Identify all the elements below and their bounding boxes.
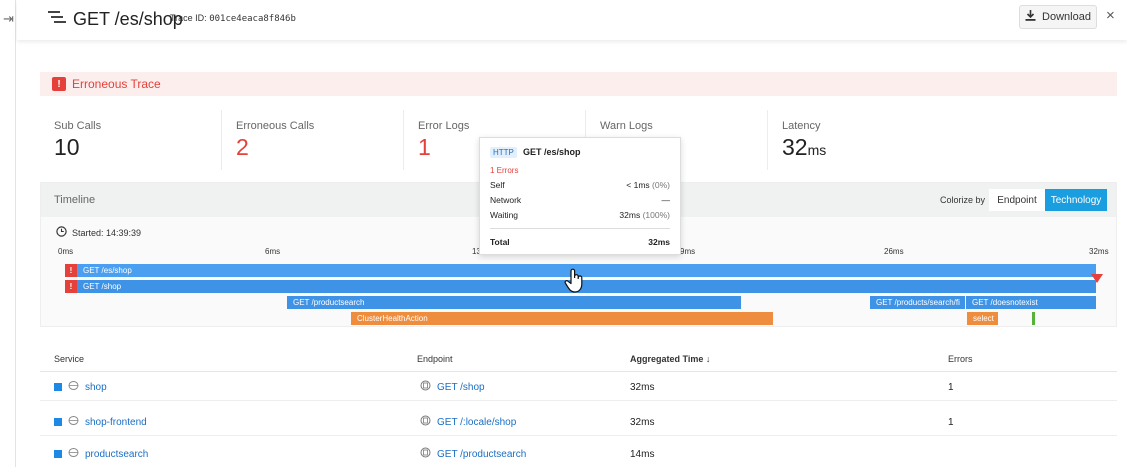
column-service[interactable]: Service (54, 354, 84, 364)
service-link[interactable]: productsearch (85, 449, 148, 460)
tooltip-label: Waiting (490, 210, 519, 220)
stat-value: 10 (54, 134, 80, 160)
close-icon[interactable]: × (1106, 7, 1115, 24)
table-row[interactable]: productsearch GET /productsearch 14ms (40, 440, 1117, 467)
trace-id: Trace ID: 001ce4eaca8f846b (170, 13, 296, 24)
service-color-swatch (54, 418, 62, 426)
trace-icon (48, 10, 66, 29)
span-bar[interactable]: select (967, 312, 998, 325)
page-title: GET /es/shop (73, 9, 183, 29)
tooltip-row-waiting: Waiting 32ms (100%) (490, 210, 670, 220)
trace-id-label: Trace ID: (170, 13, 207, 23)
download-icon (1025, 10, 1036, 24)
latency-unit: ms (807, 142, 827, 158)
stat-label: Sub Calls (54, 120, 102, 132)
service-icon (68, 415, 79, 429)
tick-label: 6ms (265, 247, 281, 256)
tick-label: 26ms (884, 247, 904, 256)
endpoint-link[interactable]: GET /productsearch (437, 449, 526, 460)
column-endpoint[interactable]: Endpoint (417, 354, 453, 364)
error-icon: ! (52, 77, 66, 91)
aggregated-time-value: 14ms (630, 449, 655, 460)
left-rail: ⇥ (0, 0, 16, 467)
download-button[interactable]: Download (1019, 5, 1097, 29)
span-bar[interactable]: GET /products/search/fi (870, 296, 965, 309)
tooltip-badge: HTTP (490, 147, 517, 158)
aggregated-time-value: 32ms (630, 417, 655, 428)
tooltip-value: 32ms (648, 237, 670, 247)
tooltip-value: — (661, 195, 671, 205)
service-icon (68, 447, 79, 461)
tooltip-title: GET /es/shop (523, 147, 581, 157)
tooltip-errors: 1 Errors (490, 166, 519, 175)
stat-label: Latency (782, 120, 821, 132)
colorize-technology-button[interactable]: Technology (1045, 189, 1107, 211)
trace-id-value: 001ce4eaca8f846b (209, 14, 296, 24)
download-label: Download (1042, 11, 1091, 23)
table-row[interactable]: shop GET /shop 32ms 1 (40, 373, 1117, 401)
error-banner: ! Erroneous Trace (40, 72, 1117, 96)
tooltip-label: Self (490, 180, 505, 190)
stat-sub-calls: Sub Calls 10 (40, 110, 222, 170)
timeline-started: Started: 14:39:39 (56, 226, 141, 239)
tooltip-row-total: Total 32ms (490, 237, 670, 247)
tooltip-value: < 1ms (0%) (626, 180, 670, 190)
span-bar[interactable]: GET /es/shop (77, 264, 1096, 277)
table-row[interactable]: shop-frontend GET /:locale/shop 32ms 1 (40, 408, 1117, 436)
span-bar[interactable] (1032, 312, 1035, 325)
stat-value: 32ms (782, 134, 950, 161)
tooltip-divider (490, 228, 670, 229)
column-aggregated-time[interactable]: Aggregated Time ↓ (630, 354, 710, 364)
colorize-endpoint-button[interactable]: Endpoint (989, 189, 1045, 211)
tooltip-label: Total (490, 237, 510, 247)
expand-panel-icon[interactable]: ⇥ (3, 11, 14, 27)
clock-icon (56, 226, 67, 239)
spans-table-header: Service Endpoint Aggregated Time ↓ Error… (40, 344, 1117, 372)
service-color-swatch (54, 383, 62, 391)
span-error-marker: ! (65, 280, 77, 293)
tooltip-label: Network (490, 195, 522, 205)
stat-erroneous-calls: Erroneous Calls 2 (222, 110, 404, 170)
service-icon (68, 380, 79, 394)
errors-value: 1 (948, 417, 954, 428)
stat-value: 2 (236, 134, 249, 160)
colorize-label: Colorize by (940, 195, 986, 205)
tick-label: 9ms (680, 247, 696, 256)
started-time: Started: 14:39:39 (72, 227, 142, 238)
service-link[interactable]: shop-frontend (85, 417, 147, 428)
tooltip-row-self: Self < 1ms (0%) (490, 180, 670, 190)
span-bar[interactable]: GET /productsearch (287, 296, 741, 309)
span-bar[interactable]: ClusterHealthAction (351, 312, 773, 325)
span-bar[interactable]: GET /doesnotexist (966, 296, 1096, 309)
column-errors[interactable]: Errors (948, 354, 973, 364)
sort-desc-icon: ↓ (705, 354, 711, 364)
column-aggregated-time-label: Aggregated Time (630, 354, 704, 364)
service-color-swatch (54, 450, 62, 458)
endpoint-icon (420, 415, 431, 429)
trace-header: GET /es/shop Trace ID: 001ce4eaca8f846b … (17, 0, 1127, 40)
tooltip-row-network: Network — (490, 195, 670, 205)
hand-cursor-icon (564, 268, 586, 300)
errors-value: 1 (948, 382, 954, 393)
tooltip-value: 32ms (100%) (619, 210, 670, 220)
timeline-title: Timeline (54, 194, 96, 206)
error-banner-title: Erroneous Trace (72, 77, 161, 91)
span-tooltip: HTTP GET /es/shop 1 Errors Self < 1ms (0… (479, 137, 681, 255)
tick-label: 0ms (58, 247, 74, 256)
span-bar[interactable]: GET /shop (77, 280, 1096, 293)
endpoint-icon (420, 380, 431, 394)
service-link[interactable]: shop (85, 382, 107, 393)
endpoint-link[interactable]: GET /shop (437, 382, 485, 393)
stat-label: Erroneous Calls (236, 120, 315, 132)
stat-latency: Latency 32ms (768, 110, 950, 170)
latency-number: 32 (782, 134, 808, 160)
aggregated-time-value: 32ms (630, 382, 655, 393)
endpoint-icon (420, 447, 431, 461)
stat-label: Warn Logs (600, 120, 653, 132)
stat-label: Error Logs (418, 120, 470, 132)
span-error-marker: ! (65, 264, 77, 277)
tick-label: 32ms (1089, 247, 1109, 256)
endpoint-link[interactable]: GET /:locale/shop (437, 417, 516, 428)
